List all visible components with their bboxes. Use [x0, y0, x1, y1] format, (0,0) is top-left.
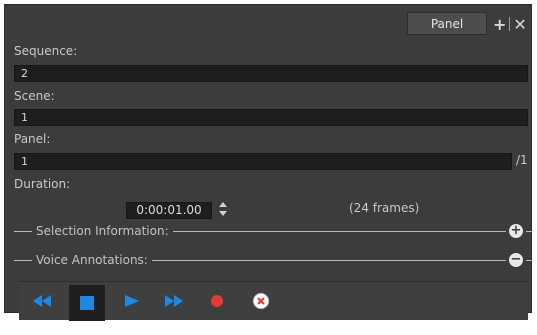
divider	[172, 230, 506, 232]
panel-label: Panel:	[14, 132, 51, 146]
stop-button[interactable]	[69, 285, 105, 321]
panel-properties-view: Panel + ✕ Sequence: 2 Scene: 1 Panel: 1 …	[4, 4, 532, 321]
panel-total-suffix: /1	[516, 153, 528, 167]
sequence-label: Sequence:	[14, 44, 78, 58]
expand-plus-icon[interactable]: +	[509, 224, 523, 238]
sequence-field[interactable]: 2	[14, 65, 528, 82]
tab-separator	[509, 17, 511, 31]
divider	[526, 230, 532, 232]
duration-spinner-icon[interactable]	[216, 198, 230, 220]
divider	[526, 259, 532, 261]
fast-forward-icon	[165, 295, 183, 307]
close-icon[interactable]: ✕	[513, 15, 526, 34]
delete-recording-icon	[253, 293, 269, 309]
duration-frames: (24 frames)	[349, 201, 420, 215]
divider	[14, 259, 32, 261]
selection-info-label: Selection Information:	[36, 224, 169, 238]
duration-label: Duration:	[14, 177, 71, 191]
voice-transport-bar	[19, 281, 528, 321]
scene-label: Scene:	[14, 89, 55, 103]
record-icon	[211, 295, 223, 307]
divider	[14, 230, 32, 232]
play-button[interactable]	[119, 288, 145, 314]
record-button[interactable]	[204, 288, 230, 314]
delete-recording-button[interactable]	[248, 288, 274, 314]
rewind-button[interactable]	[29, 288, 55, 314]
fast-forward-button[interactable]	[161, 288, 187, 314]
selection-info-header[interactable]: Selection Information: +	[14, 222, 532, 240]
voice-annotations-label: Voice Annotations:	[36, 253, 148, 267]
stop-icon	[80, 296, 94, 310]
panel-tab-label: Panel	[430, 16, 464, 31]
panel-field[interactable]: 1	[14, 153, 512, 170]
add-tab-icon[interactable]: +	[493, 15, 506, 34]
play-icon	[125, 295, 139, 307]
divider	[151, 259, 506, 261]
panel-tab[interactable]: Panel	[407, 12, 487, 35]
scene-field[interactable]: 1	[14, 109, 528, 126]
voice-annotations-header[interactable]: Voice Annotations: −	[14, 251, 532, 269]
duration-field[interactable]: 0:00:01.00	[126, 202, 212, 219]
tab-controls: + ✕	[493, 14, 527, 34]
rewind-icon	[33, 295, 51, 307]
collapse-minus-icon[interactable]: −	[509, 253, 523, 267]
